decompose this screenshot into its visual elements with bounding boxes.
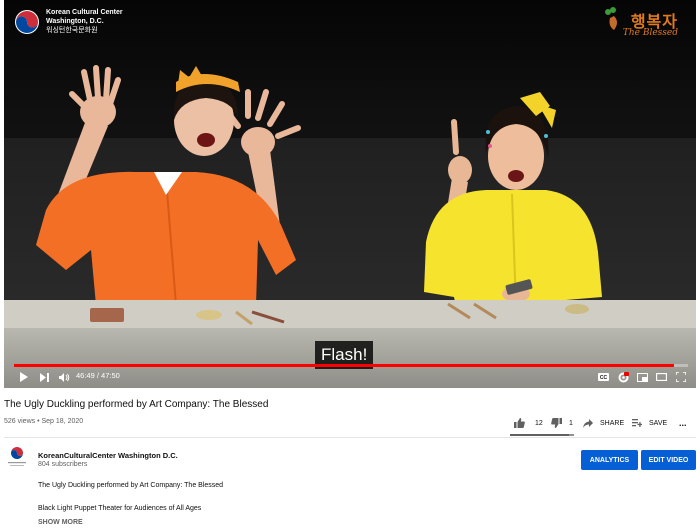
share-button[interactable]: SHARE [583,416,624,430]
time-display: 46:49 / 47:50 [76,371,120,380]
thumbs-up-icon [514,418,525,428]
company-watermark: 행복자 The Blessed [602,6,682,42]
watermark-line2: Washington, D.C. [46,18,104,25]
prop-pens [235,310,285,326]
view-count: 526 views [4,418,36,425]
like-dislike-ratio-bar [510,434,574,436]
player-controls: 46:49 / 47:50 CC [4,368,696,386]
volume-button[interactable] [57,368,71,386]
channel-watermark: Korean Cultural Center Washington, D.C. … [14,8,123,35]
settings-icon [618,371,629,382]
share-label: SHARE [600,419,625,427]
miniplayer-icon [636,372,648,382]
clover-icon [605,7,617,30]
dislike-count: 1 [569,419,573,427]
theater-icon [655,373,667,381]
subscriber-count: 804 subscribers [38,461,88,468]
performer-orange [36,65,301,305]
progress-fill [14,364,674,367]
more-icon: ... [679,418,687,428]
thumbs-down-icon [551,418,562,428]
edit-video-button[interactable]: EDIT VIDEO [641,450,696,470]
watermark-line1: Korean Cultural Center [46,9,123,16]
save-label: SAVE [649,419,668,427]
settings-button[interactable] [616,368,630,386]
section-divider [4,437,696,438]
channel-avatar[interactable] [5,445,29,469]
video-frame [4,0,696,388]
like-button[interactable]: 12 [514,416,543,430]
video-title: The Ugly Duckling performed by Art Compa… [4,399,269,410]
playlist-add-icon [632,419,642,427]
watermark-line3: 워싱턴한국문화원 [46,27,98,34]
like-ratio-fill [510,434,569,436]
korean-cultural-center-logo [15,9,39,34]
volume-icon [58,372,69,382]
miniplayer-button[interactable] [635,368,649,386]
watermark-english: The Blessed [622,28,678,38]
captions-button[interactable]: CC [596,368,610,386]
like-count: 12 [535,419,543,427]
prop-markers [447,302,497,320]
fullscreen-icon [676,372,686,382]
analytics-button[interactable]: ANALYTICS [581,450,638,470]
description-line-2: Black Light Puppet Theater for Audiences… [38,505,202,512]
video-player[interactable]: Korean Cultural Center Washington, D.C. … [4,0,696,388]
next-button[interactable] [37,368,51,386]
progress-bar[interactable] [14,364,688,367]
channel-name[interactable]: KoreanCulturalCenter Washington D.C. [38,451,178,460]
more-actions-button[interactable]: ... [679,416,687,430]
prop-plate [565,304,589,314]
play-icon [19,372,28,382]
upload-date: Sep 18, 2020 [41,418,84,425]
save-button[interactable]: SAVE [632,416,667,430]
video-meta: 526 views • Sep 18, 2020 [4,418,83,425]
prop-box [90,308,124,322]
next-icon [39,372,49,382]
performer-yellow [424,92,602,307]
prop-dish [196,310,222,320]
share-icon [583,418,593,428]
meta-separator: • [37,418,40,425]
show-more-button[interactable]: SHOW MORE [38,519,83,526]
cc-icon: CC [597,373,609,381]
play-button[interactable] [16,368,30,386]
fullscreen-button[interactable] [674,368,688,386]
theater-button[interactable] [654,368,668,386]
description-line-1: The Ugly Duckling performed by Art Compa… [38,482,224,489]
dislike-button[interactable]: 1 [551,416,573,430]
svg-text:CC: CC [599,375,607,381]
